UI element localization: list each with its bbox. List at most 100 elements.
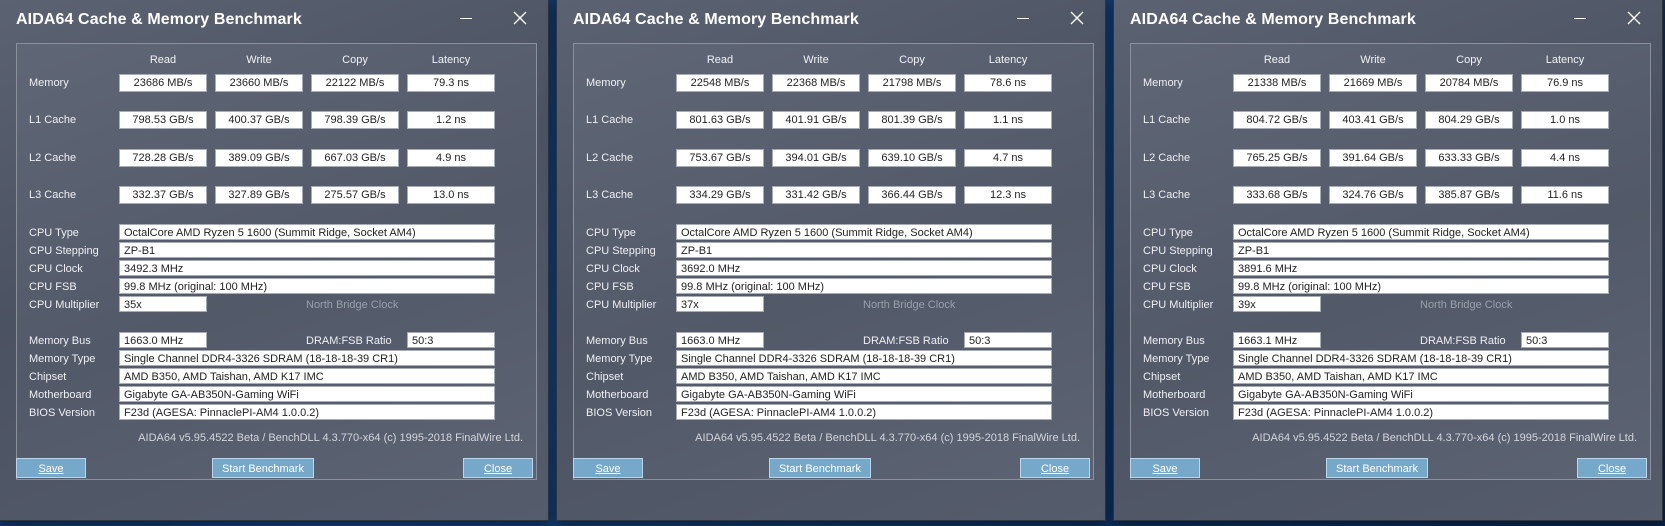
benchmark-window-3: AIDA64 Cache & Memory Benchmark Read Wri… — [1114, 0, 1662, 520]
l3-latency-value: 12.3 ns — [964, 186, 1052, 204]
cpu-multiplier-label: CPU Multiplier — [1143, 299, 1214, 311]
cpu-type-label: CPU Type — [586, 227, 636, 239]
column-header-write: Write — [1360, 54, 1386, 66]
close-button-label: Close — [1597, 463, 1627, 475]
benchmark-panel: Read Write Copy Latency Memory 22548 MB/… — [573, 43, 1094, 480]
close-window-button[interactable] — [1057, 4, 1097, 32]
dram-fsb-label: DRAM:FSB Ratio — [863, 335, 949, 347]
save-button[interactable]: Save — [1130, 458, 1200, 478]
row-label-l3: L3 Cache — [1143, 189, 1191, 201]
column-header-read: Read — [1263, 54, 1291, 66]
l3-write-value: 324.76 GB/s — [1329, 186, 1417, 204]
bios-version-label: BIOS Version — [586, 407, 653, 419]
row-label-l2: L2 Cache — [1143, 152, 1191, 164]
close-button-label: Close — [1040, 463, 1070, 475]
minimize-button[interactable] — [1560, 4, 1600, 32]
memory-copy-value: 21798 MB/s — [868, 74, 956, 92]
memory-bus-label: Memory Bus — [1143, 335, 1205, 347]
title-bar[interactable]: AIDA64 Cache & Memory Benchmark — [0, 0, 548, 38]
l2-latency-value: 4.7 ns — [964, 149, 1052, 167]
title-bar[interactable]: AIDA64 Cache & Memory Benchmark — [557, 0, 1105, 38]
motherboard-label: Motherboard — [586, 389, 649, 401]
save-button-label: Save — [1152, 463, 1178, 475]
l1-write-value: 401.91 GB/s — [772, 111, 860, 129]
row-label-memory: Memory — [29, 77, 69, 89]
l2-write-value: 391.64 GB/s — [1329, 149, 1417, 167]
cpu-type-value: OctalCore AMD Ryzen 5 1600 (Summit Ridge… — [119, 224, 495, 240]
memory-write-value: 21669 MB/s — [1329, 74, 1417, 92]
close-icon — [1070, 11, 1084, 25]
memory-write-value: 23660 MB/s — [215, 74, 303, 92]
minimize-button[interactable] — [446, 4, 486, 32]
cpu-type-label: CPU Type — [1143, 227, 1193, 239]
cpu-type-value: OctalCore AMD Ryzen 5 1600 (Summit Ridge… — [1233, 224, 1609, 240]
memory-type-value: Single Channel DDR4-3326 SDRAM (18-18-18… — [676, 350, 1052, 366]
start-benchmark-button[interactable]: Start Benchmark — [1326, 458, 1428, 478]
cpu-fsb-value: 99.8 MHz (original: 100 MHz) — [119, 278, 495, 294]
minimize-button[interactable] — [1003, 4, 1043, 32]
cpu-stepping-label: CPU Stepping — [586, 245, 656, 257]
minimize-icon — [1017, 18, 1029, 19]
l2-copy-value: 633.33 GB/s — [1425, 149, 1513, 167]
row-label-l2: L2 Cache — [29, 152, 77, 164]
l1-copy-value: 804.29 GB/s — [1425, 111, 1513, 129]
cpu-clock-label: CPU Clock — [586, 263, 640, 275]
l3-read-value: 334.29 GB/s — [676, 186, 764, 204]
l3-latency-value: 11.6 ns — [1521, 186, 1609, 204]
l2-copy-value: 667.03 GB/s — [311, 149, 399, 167]
l2-write-value: 389.09 GB/s — [215, 149, 303, 167]
cpu-multiplier-value: 37x — [676, 296, 764, 312]
row-label-l1: L1 Cache — [1143, 114, 1191, 126]
save-button[interactable]: Save — [16, 458, 86, 478]
cpu-multiplier-label: CPU Multiplier — [29, 299, 100, 311]
l2-copy-value: 639.10 GB/s — [868, 149, 956, 167]
close-button[interactable]: Close — [463, 458, 533, 478]
column-header-read: Read — [149, 54, 177, 66]
minimize-icon — [460, 18, 472, 19]
l1-read-value: 804.72 GB/s — [1233, 111, 1321, 129]
minimize-icon — [1574, 18, 1586, 19]
column-header-copy: Copy — [899, 54, 925, 66]
memory-type-label: Memory Type — [586, 353, 653, 365]
close-icon — [513, 11, 527, 25]
l1-latency-value: 1.1 ns — [964, 111, 1052, 129]
close-window-button[interactable] — [500, 4, 540, 32]
save-button-label: Save — [595, 463, 621, 475]
motherboard-value: Gigabyte GA-AB350N-Gaming WiFi — [676, 386, 1052, 402]
l3-copy-value: 385.87 GB/s — [1425, 186, 1513, 204]
column-header-write: Write — [246, 54, 272, 66]
window-title: AIDA64 Cache & Memory Benchmark — [1130, 11, 1416, 28]
close-window-button[interactable] — [1614, 4, 1654, 32]
north-bridge-clock-label: North Bridge Clock — [1420, 299, 1513, 311]
version-footer: AIDA64 v5.95.4522 Beta / BenchDLL 4.3.77… — [695, 432, 1080, 444]
close-button[interactable]: Close — [1020, 458, 1090, 478]
close-button[interactable]: Close — [1577, 458, 1647, 478]
benchmark-panel: Read Write Copy Latency Memory 23686 MB/… — [16, 43, 537, 480]
l1-write-value: 403.41 GB/s — [1329, 111, 1417, 129]
l3-write-value: 331.42 GB/s — [772, 186, 860, 204]
memory-type-label: Memory Type — [1143, 353, 1210, 365]
memory-read-value: 23686 MB/s — [119, 74, 207, 92]
motherboard-value: Gigabyte GA-AB350N-Gaming WiFi — [1233, 386, 1609, 402]
start-benchmark-button[interactable]: Start Benchmark — [769, 458, 871, 478]
bios-version-value: F23d (AGESA: PinnaclePI-AM4 1.0.0.2) — [1233, 404, 1609, 420]
save-button[interactable]: Save — [573, 458, 643, 478]
column-header-copy: Copy — [342, 54, 368, 66]
cpu-stepping-value: ZP-B1 — [1233, 242, 1609, 258]
start-benchmark-button[interactable]: Start Benchmark — [212, 458, 314, 478]
memory-type-value: Single Channel DDR4-3326 SDRAM (18-18-18… — [119, 350, 495, 366]
l1-copy-value: 801.39 GB/s — [868, 111, 956, 129]
title-bar[interactable]: AIDA64 Cache & Memory Benchmark — [1114, 0, 1662, 38]
memory-read-value: 22548 MB/s — [676, 74, 764, 92]
north-bridge-clock-label: North Bridge Clock — [863, 299, 956, 311]
close-button-label: Close — [483, 463, 513, 475]
memory-latency-value: 78.6 ns — [964, 74, 1052, 92]
column-header-read: Read — [706, 54, 734, 66]
memory-type-label: Memory Type — [29, 353, 96, 365]
l1-copy-value: 798.39 GB/s — [311, 111, 399, 129]
memory-bus-value: 1663.1 MHz — [1233, 332, 1321, 348]
chipset-label: Chipset — [1143, 371, 1181, 383]
benchmark-panel: Read Write Copy Latency Memory 21338 MB/… — [1130, 43, 1651, 480]
column-header-latency: Latency — [431, 54, 471, 66]
l1-latency-value: 1.2 ns — [407, 111, 495, 129]
